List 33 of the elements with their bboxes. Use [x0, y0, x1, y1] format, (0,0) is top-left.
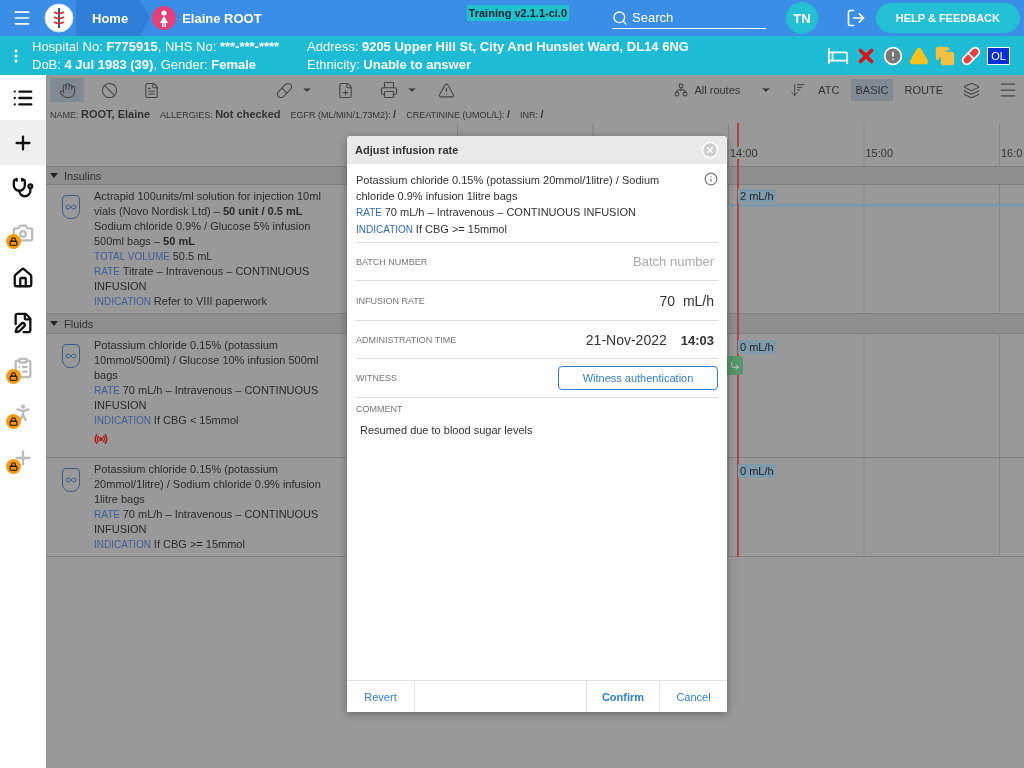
- patient-info: NAME: ROOT, Elaine: [50, 108, 151, 120]
- patient-info: CREATININE (UMOL/L): /: [406, 108, 511, 120]
- field-label: INFUSION RATE: [356, 295, 425, 306]
- drug-text: Sodium chloride 0.9% / Glucose 5% infusion 500ml bags – 50 mL: [94, 219, 312, 249]
- patient-details: Hospital No: F775915, NHS No: ***-***-****: [32, 39, 281, 54]
- hour-label: 15:00: [865, 147, 894, 159]
- drug-text: INDICATION If CBG >= 15mmol: [356, 222, 508, 237]
- patient-info: ALLERGIES: Not checked: [160, 108, 281, 120]
- patient-info: EGFR (ML/MIN/1.73M2): /: [290, 108, 397, 120]
- drug-text: INDICATION If CBG >= 15mmol: [94, 537, 246, 552]
- patient-details: DoB: 4 Jul 1983 (39), Gender: Female: [32, 57, 258, 72]
- field-label: WITNESS: [356, 373, 397, 383]
- drug-text: RATE 70 mL/h – Intravenous – CONTINUOUS INFUSION: [356, 205, 637, 220]
- drug-text: TOTAL VOLUME 50.5 mL: [94, 249, 214, 264]
- drug-text: Potassium chloride 0.15% (potassium 20mmol/1litre) / Sodium chloride 0.9% infusion 1litre bags: [94, 462, 322, 507]
- drug-text: Potassium chloride 0.15% (potassium 10mmol/500ml) / Glucose 10% infusion 500ml bags: [94, 338, 320, 383]
- drug-text: INDICATION If CBG < 15mmol: [94, 413, 240, 428]
- drug-text: Actrapid 100units/ml solution for injection 10ml vials (Novo Nordisk Ltd) – 50 unit / 0.5 mL: [94, 189, 322, 219]
- patient-details: Address: 9205 Upper Hill St, City And Hunslet Ward, DL14 6NG: [307, 39, 687, 54]
- field-label: COMMENT: [356, 404, 403, 414]
- drug-name: Potassium chloride 0.15% (potassium 20mmol/1litre) / Sodium chloride 0.9% infusion 1litre bags: [356, 173, 661, 204]
- field-label: BATCH NUMBER: [356, 256, 428, 267]
- patient-details: Ethnicity: Unable to answer: [307, 57, 472, 72]
- drug-text: RATE 70 mL/h – Intravenous – CONTINUOUS INFUSION: [94, 383, 320, 413]
- drug-text: RATE 70 mL/h – Intravenous – CONTINUOUS INFUSION: [94, 507, 320, 537]
- drug-text: INDICATION Refer to VIII paperwork: [94, 294, 268, 309]
- field-label: ADMINISTRATION TIME: [356, 334, 457, 345]
- patient-info: INR: /: [520, 108, 544, 120]
- environment-label: Training v2.1.1-ci.0: [466, 5, 570, 21]
- hour-label: 14:00: [730, 147, 758, 159]
- drug-text: RATE Titrate – Intravenous – CONTINUOUS INFUSION: [94, 264, 311, 294]
- dialog-title: Adjust infusion rate: [355, 144, 459, 156]
- hour-label: 16:0: [1001, 147, 1023, 159]
